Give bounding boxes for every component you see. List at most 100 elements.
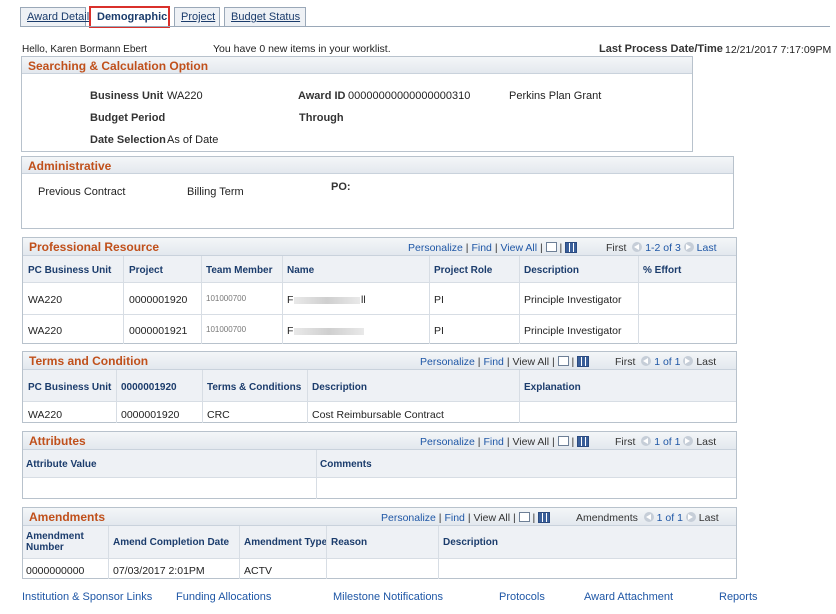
row-divider [23, 477, 736, 478]
col-divider [282, 256, 283, 344]
find-link[interactable]: Find [483, 436, 503, 448]
row-divider [23, 558, 736, 559]
funding-allocations-link[interactable]: Funding Allocations [176, 591, 271, 603]
table-row-number: 0000000000 [26, 565, 85, 577]
next-arrow-icon[interactable] [683, 356, 694, 366]
col-divider [519, 370, 520, 423]
milestone-notifications-link[interactable]: Milestone Notifications [333, 591, 443, 603]
next-arrow-icon[interactable] [685, 512, 696, 522]
col-divider [638, 256, 639, 344]
col-divider [201, 256, 202, 344]
col-project-role: Project Role [434, 265, 493, 276]
view-all-link[interactable]: View All [512, 436, 549, 448]
prev-arrow-icon[interactable] [641, 436, 652, 446]
tab-demographic[interactable]: Demographic [89, 6, 170, 28]
first-label: First [615, 356, 636, 368]
zoom-icon[interactable] [545, 242, 557, 252]
download-grid-icon[interactable] [577, 356, 590, 367]
tab-budget-status[interactable]: Budget Status [224, 7, 306, 26]
tab-project-label: Project [181, 11, 216, 23]
prev-arrow-icon[interactable] [641, 356, 652, 366]
amendments-tools: Personalize | Find | View All | | [381, 512, 551, 524]
col-divider [316, 450, 317, 499]
find-link[interactable]: Find [483, 356, 503, 368]
table-row-project-link[interactable]: 0000001920 [129, 294, 187, 306]
last-label[interactable]: Last [697, 242, 717, 254]
separator: | [438, 512, 442, 524]
col-divider [123, 256, 124, 344]
col-divider [429, 256, 430, 344]
personalize-link[interactable]: Personalize [420, 356, 475, 368]
last-label[interactable]: Last [696, 436, 716, 448]
table-row-name: F [287, 294, 294, 306]
tab-project[interactable]: Project [174, 7, 220, 26]
administrative-section: Administrative Previous Contract Billing… [21, 156, 734, 229]
find-link[interactable]: Find [444, 512, 464, 524]
col-project: Project [129, 265, 163, 276]
table-row-project-link[interactable]: 0000001920 [121, 409, 179, 421]
attributes-grid: Attributes Personalize | Find | View All… [22, 431, 737, 499]
view-all-link[interactable]: View All [500, 242, 537, 254]
download-grid-icon[interactable] [577, 436, 590, 447]
range-label: 1 of 1 [654, 436, 681, 448]
award-attachment-link[interactable]: Award Attachment [584, 591, 673, 603]
col-divider [326, 526, 327, 579]
last-label[interactable]: Last [699, 512, 719, 524]
col-team-member: Team Member [206, 265, 273, 276]
terms-grid: Terms and Condition Personalize | Find |… [22, 351, 737, 423]
col-amendment-type: Amendment Type [244, 537, 328, 548]
personalize-link[interactable]: Personalize [381, 512, 436, 524]
terms-title: Terms and Condition [29, 354, 149, 368]
download-grid-icon[interactable] [538, 512, 551, 523]
row-divider [23, 282, 736, 283]
separator: | [477, 356, 481, 368]
separator: | [477, 436, 481, 448]
billing-term-link[interactable]: Billing Term [187, 186, 244, 198]
date-selection-label: Date Selection [90, 134, 166, 146]
zoom-icon[interactable] [557, 356, 569, 366]
reports-link[interactable]: Reports [719, 591, 758, 603]
protocols-link[interactable]: Protocols [499, 591, 545, 603]
personalize-link[interactable]: Personalize [408, 242, 463, 254]
col-comments: Comments [320, 459, 372, 470]
award-name: Perkins Plan Grant [509, 90, 602, 102]
col-divider [239, 526, 240, 579]
find-link[interactable]: Find [471, 242, 491, 254]
separator: | [571, 436, 575, 448]
personalize-link[interactable]: Personalize [420, 436, 475, 448]
next-arrow-icon[interactable] [683, 436, 694, 446]
zoom-icon[interactable] [557, 436, 569, 446]
po-label: PO: [331, 181, 351, 193]
table-row-project-link[interactable]: 0000001921 [129, 325, 187, 337]
view-all-link[interactable]: View All [473, 512, 510, 524]
col-reason: Reason [331, 537, 368, 548]
table-row-name: F [287, 325, 294, 337]
col-description: Description [312, 382, 368, 393]
prev-arrow-icon[interactable] [632, 242, 643, 252]
redacted-name [294, 328, 364, 335]
col-divider [116, 370, 117, 423]
separator: | [512, 512, 516, 524]
download-grid-icon[interactable] [565, 242, 578, 253]
tab-award-detail-label: Award Detail [27, 11, 90, 23]
range-label: 1 of 1 [654, 356, 681, 368]
worklist-link[interactable]: You have 0 new items in your worklist. [213, 43, 391, 55]
tab-award-detail[interactable]: Award Detail [20, 7, 90, 26]
attributes-nav: First 1 of 1 Last [615, 436, 716, 448]
institution-sponsor-links-link[interactable]: Institution & Sponsor Links [22, 591, 152, 603]
col-divider [307, 370, 308, 423]
next-arrow-icon[interactable] [683, 242, 694, 252]
separator: | [551, 356, 555, 368]
table-row-term: CRC [207, 409, 230, 421]
previous-contract-link[interactable]: Previous Contract [38, 186, 125, 198]
prev-arrow-icon[interactable] [643, 512, 654, 522]
col-name: Name [287, 265, 315, 276]
table-row-role: PI [434, 294, 444, 306]
date-selection-value: As of Date [167, 134, 219, 146]
zoom-icon[interactable] [518, 512, 530, 522]
search-calc-section: Searching & Calculation Option Business … [21, 56, 693, 152]
col-pc-business-unit: PC Business Unit [28, 382, 112, 393]
search-calc-title: Searching & Calculation Option [28, 59, 209, 73]
last-label[interactable]: Last [696, 356, 716, 368]
view-all-link[interactable]: View All [512, 356, 549, 368]
